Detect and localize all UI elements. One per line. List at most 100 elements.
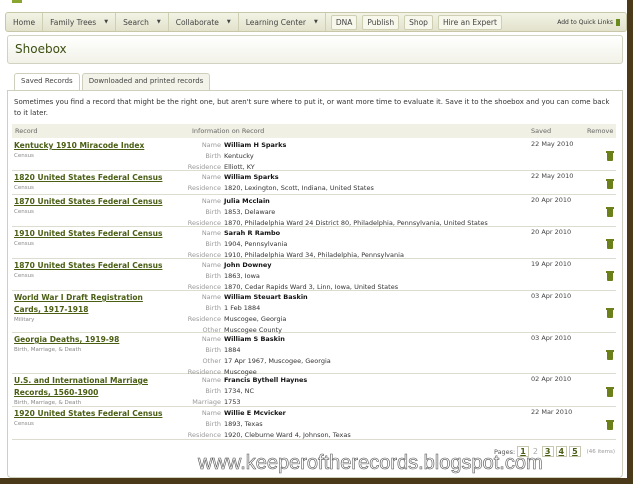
saved-date: 20 Apr 2010 <box>531 196 572 204</box>
title-box: Shoebox <box>7 35 623 64</box>
caret-down-icon: ▼ <box>226 19 231 25</box>
record-info: Name William Sparks Residence 1820, Lexingt… <box>132 172 374 194</box>
tab-downloaded-printed[interactable]: Downloaded and printed records <box>81 73 211 90</box>
record-info: Name William S Baskin Birth 1884 Other 17 Apr… <box>132 334 331 378</box>
nav-label: Home <box>13 17 36 27</box>
field-value: Francis Bythell Haynes <box>224 376 308 384</box>
info-field: Name Francis Bythell Haynes <box>132 375 307 386</box>
table-row: World War I Draft Registration Cards, 19… <box>12 291 616 336</box>
field-label: Residence <box>187 431 221 439</box>
nav-home[interactable]: Home <box>6 13 44 31</box>
trash-icon[interactable] <box>606 349 614 360</box>
item-count: (46 items) <box>586 448 615 455</box>
field-label: Birth <box>205 272 221 280</box>
saved-date: 03 Apr 2010 <box>531 334 572 342</box>
trash-bin <box>607 310 613 318</box>
info-field: Residence 1920, Cleburne Ward 4, Johnson,… <box>132 430 351 441</box>
page-3-link[interactable]: 3 <box>541 446 554 457</box>
table-row: 1920 United States Federal Census Census N… <box>12 407 616 440</box>
record-info: Name William Steuart Baskin Birth 1 Feb 188… <box>132 292 308 336</box>
field-value: William Steuart Baskin <box>224 293 308 301</box>
quick-links-label: Add to Quick Links <box>557 18 613 26</box>
saved-date: 02 Apr 2010 <box>531 375 572 383</box>
nav-shop-button[interactable]: Shop <box>404 14 433 30</box>
info-field: Birth Kentucky <box>132 151 286 162</box>
trash-icon[interactable] <box>606 151 614 161</box>
field-label: Residence <box>187 184 221 192</box>
field-value: 1734, NC <box>224 387 255 395</box>
page-4-link[interactable]: 4 <box>555 446 568 457</box>
caret-down-icon: ▼ <box>104 19 109 25</box>
info-field: Birth 1853, Delaware <box>132 207 488 218</box>
field-label: Birth <box>205 152 221 160</box>
field-label: Birth <box>205 208 221 216</box>
field-label: Name <box>201 141 221 149</box>
frame-border <box>627 0 633 484</box>
field-label: Name <box>201 335 221 343</box>
field-label: Birth <box>205 346 221 354</box>
nav-hire-an-expert-button[interactable]: Hire an Expert <box>437 14 502 30</box>
field-value: Muscogee, Georgia <box>224 315 287 323</box>
info-field: Birth 1904, Pennsylvania <box>132 239 404 250</box>
info-field: Birth 1863, Iowa <box>132 271 398 282</box>
nav-learning-center[interactable]: Learning Center ▼ <box>239 13 326 31</box>
record-info: Name John Downey Birth 1863, Iowa Residence 1… <box>132 260 398 293</box>
field-label: Name <box>201 197 221 205</box>
field-value: 1 Feb 1884 <box>224 304 261 312</box>
trash-bin <box>607 209 613 217</box>
logo <box>12 0 22 3</box>
intro-text: Sometimes you find a record that might b… <box>14 98 610 117</box>
field-label: Birth <box>205 420 221 428</box>
info-field: Name John Downey <box>132 260 398 271</box>
field-label: Other <box>202 357 221 365</box>
trash-icon[interactable] <box>606 308 614 318</box>
table-row: 1870 United States Federal Census Census N… <box>12 195 616 227</box>
nav-family-trees[interactable]: Family Trees ▼ <box>43 13 117 31</box>
info-field: Name William Steuart Baskin <box>132 292 308 303</box>
nav-dna-button[interactable]: DNA <box>330 14 358 30</box>
trash-icon[interactable] <box>606 419 614 430</box>
frame-border <box>0 478 633 484</box>
trash-icon[interactable] <box>606 179 614 189</box>
col-info: Information on Record <box>192 127 265 135</box>
field-value: 1893, Texas <box>224 420 263 428</box>
field-value: 1904, Pennsylvania <box>224 240 288 248</box>
table-row: 1820 United States Federal Census Census N… <box>12 171 616 195</box>
field-label: Birth <box>205 304 221 312</box>
table-row: U.S. and International Marriage Records,… <box>12 374 616 407</box>
saved-date: 19 Apr 2010 <box>531 260 572 268</box>
nav-collaborate[interactable]: Collaborate ▼ <box>169 13 239 31</box>
nav-search[interactable]: Search ▼ <box>116 13 169 31</box>
add-to-quick-links[interactable]: Add to Quick Links <box>557 18 620 26</box>
trash-bin <box>607 181 613 189</box>
trash-icon[interactable] <box>606 386 614 397</box>
trash-icon[interactable] <box>606 271 614 281</box>
field-label: Name <box>201 173 221 181</box>
page-5-link[interactable]: 5 <box>569 446 581 457</box>
col-remove: Remove <box>587 127 614 135</box>
info-field: Residence Muscogee, Georgia <box>132 314 308 325</box>
nav-publish-button[interactable]: Publish <box>362 14 400 30</box>
trash-bin <box>607 273 613 281</box>
info-field: Residence 1820, Lexington, Scott, Indiana… <box>132 183 374 194</box>
watermark: www.keeperoftherecords.blogspot.com <box>198 452 543 475</box>
field-label: Residence <box>187 315 221 323</box>
info-field: Birth 1893, Texas <box>132 419 351 430</box>
main-nav: Home Family Trees ▼ Search ▼ Collaborate ▼ Lear… <box>5 12 627 32</box>
field-label: Name <box>201 376 221 384</box>
record-info: Name William H Sparks Birth Kentucky Residen… <box>132 140 287 173</box>
info-field: Name Julia Mcclain <box>132 196 488 207</box>
col-saved: Saved <box>531 127 552 135</box>
tab-saved-records[interactable]: Saved Records <box>14 73 80 91</box>
field-value: 1853, Delaware <box>224 208 276 216</box>
info-field: Name William H Sparks <box>132 140 287 151</box>
record-info: Name Julia Mcclain Birth 1853, Delaware Resi… <box>132 196 488 229</box>
saved-date: 20 Apr 2010 <box>531 228 572 236</box>
info-field: Name William S Baskin <box>132 334 331 345</box>
field-value: William Sparks <box>224 173 279 181</box>
table-row: Kentucky 1910 Miracode Index Census Name Wi… <box>12 139 616 171</box>
field-value: 17 Apr 1967, Muscogee, Georgia <box>224 357 331 365</box>
field-label: Birth <box>205 387 221 395</box>
trash-icon[interactable] <box>606 239 614 249</box>
trash-icon[interactable] <box>606 207 614 217</box>
